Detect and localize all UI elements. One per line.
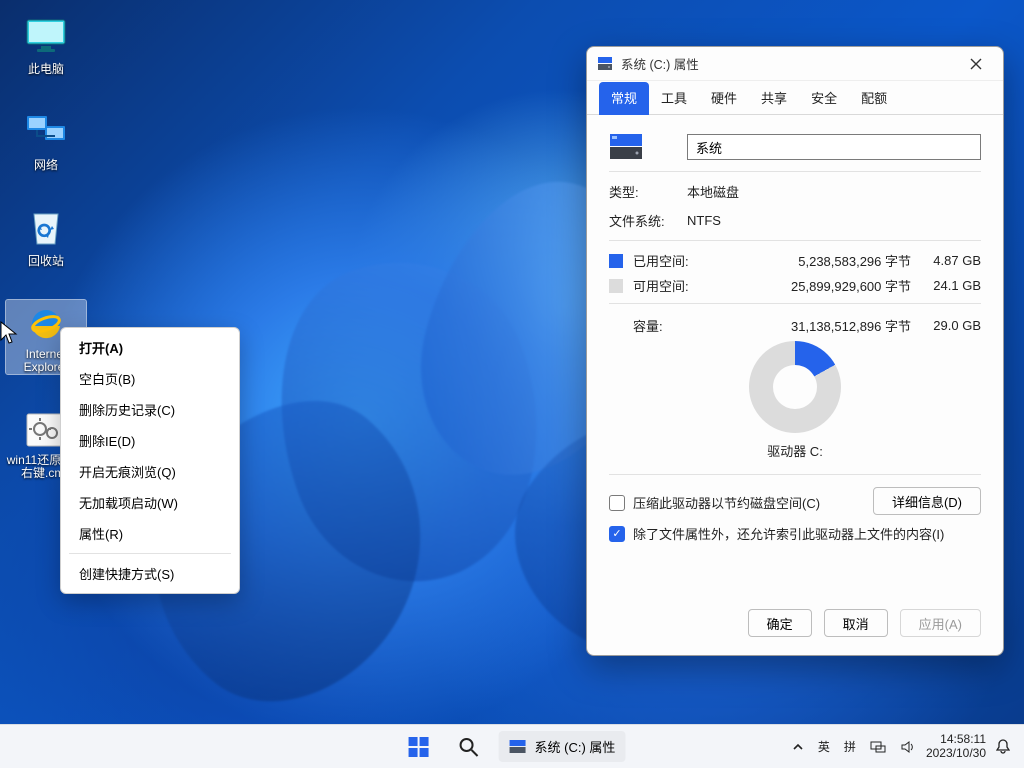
ime-mode[interactable]: 拼 [840,736,860,757]
recycle-bin-icon [22,208,70,248]
menu-properties[interactable]: 属性(R) [61,518,239,549]
used-color-swatch [609,254,623,268]
network-icon [22,112,70,152]
drive-large-icon [609,133,687,161]
checkbox-index[interactable]: ✓ 除了文件属性外，还允许索引此驱动器上文件的内容(I) [609,524,981,543]
network-adapter-icon [870,740,886,754]
close-button[interactable] [959,52,993,76]
value-type: 本地磁盘 [687,182,739,201]
label-fs: 文件系统: [609,211,687,230]
desktop-icon-label: 此电脑 [6,60,86,77]
drive-properties-dialog: 系统 (C:) 属性 常规 工具 硬件 共享 安全 配额 类型: 本地磁 [586,46,1004,656]
chevron-up-icon [792,741,804,753]
tab-sharing[interactable]: 共享 [749,81,799,115]
tab-tools[interactable]: 工具 [649,81,699,115]
drive-name-input[interactable] [687,134,981,160]
tray-clock[interactable]: 14:58:11 2023/10/30 [926,733,986,761]
menu-delete-ie[interactable]: 删除IE(D) [61,425,239,456]
speaker-icon [900,740,916,754]
close-icon [970,58,982,70]
desktop-icon-label: 网络 [6,156,86,173]
label-used: 已用空间: [633,251,729,270]
desktop-icon-this-pc[interactable]: 此电脑 [6,12,86,77]
cancel-button[interactable]: 取消 [824,609,888,637]
pie-caption: 驱动器 C: [767,441,823,460]
taskbar: 系统 (C:) 属性 英 拼 14:58:11 2023/10/30 [0,724,1024,768]
taskbar-app-label: 系统 (C:) 属性 [535,737,616,756]
ok-button[interactable]: 确定 [748,609,812,637]
start-button[interactable] [399,727,439,767]
label-free: 可用空间: [633,276,729,295]
label-type: 类型: [609,182,687,201]
ime-lang[interactable]: 英 [814,736,834,757]
checkbox-icon [609,495,625,511]
drive-icon [597,56,613,72]
free-color-swatch [609,279,623,293]
monitor-icon [22,16,70,56]
desktop-icon-recycle-bin[interactable]: 回收站 [6,204,86,269]
row-free-space: 可用空间: 25,899,929,600 字节 24.1 GB [609,276,981,295]
drive-icon [509,739,527,755]
menu-noaddons[interactable]: 无加载项启动(W) [61,487,239,518]
menu-clear-history[interactable]: 删除历史记录(C) [61,394,239,425]
value-free-bytes: 25,899,929,600 字节 [729,276,911,295]
checkbox-icon: ✓ [609,526,625,542]
desktop-icon-label: 回收站 [6,252,86,269]
taskbar-app-properties[interactable]: 系统 (C:) 属性 [499,731,626,762]
menu-create-shortcut[interactable]: 创建快捷方式(S) [61,558,239,589]
disk-usage-pie [749,341,841,433]
apply-button[interactable]: 应用(A) [900,609,981,637]
value-used-gb: 4.87 GB [911,253,981,268]
value-capacity-gb: 29.0 GB [911,318,981,333]
tab-strip: 常规 工具 硬件 共享 安全 配额 [587,81,1003,115]
checkbox-compress-label: 压缩此驱动器以节约磁盘空间(C) [633,493,820,512]
tray-chevron[interactable] [788,739,808,755]
tray-network[interactable] [866,738,890,756]
tab-hardware[interactable]: 硬件 [699,81,749,115]
menu-blank-page[interactable]: 空白页(B) [61,363,239,394]
clock-time: 14:58:11 [926,733,986,747]
tray-volume[interactable] [896,738,920,756]
clock-date: 2023/10/30 [926,747,986,761]
bell-icon [996,739,1010,755]
tab-security[interactable]: 安全 [799,81,849,115]
search-icon [459,737,479,757]
value-fs: NTFS [687,213,721,228]
tray-notifications[interactable] [992,737,1014,757]
disk-cleanup-button[interactable]: 详细信息(D) [873,487,981,515]
value-free-gb: 24.1 GB [911,278,981,293]
desktop-icon-network[interactable]: 网络 [6,108,86,173]
row-used-space: 已用空间: 5,238,583,296 字节 4.87 GB [609,251,981,270]
titlebar[interactable]: 系统 (C:) 属性 [587,47,1003,81]
value-capacity-bytes: 31,138,512,896 字节 [729,316,911,335]
menu-separator [69,553,231,554]
context-menu: 打开(A) 空白页(B) 删除历史记录(C) 删除IE(D) 开启无痕浏览(Q)… [60,327,240,594]
tab-quota[interactable]: 配额 [849,81,899,115]
dialog-title: 系统 (C:) 属性 [621,54,699,73]
windows-logo-icon [408,736,430,758]
label-capacity: 容量: [633,316,729,335]
menu-inprivate[interactable]: 开启无痕浏览(Q) [61,456,239,487]
search-button[interactable] [449,727,489,767]
value-used-bytes: 5,238,583,296 字节 [729,251,911,270]
checkbox-index-label: 除了文件属性外，还允许索引此驱动器上文件的内容(I) [633,524,944,543]
menu-open[interactable]: 打开(A) [61,332,239,363]
tab-general[interactable]: 常规 [599,82,649,115]
